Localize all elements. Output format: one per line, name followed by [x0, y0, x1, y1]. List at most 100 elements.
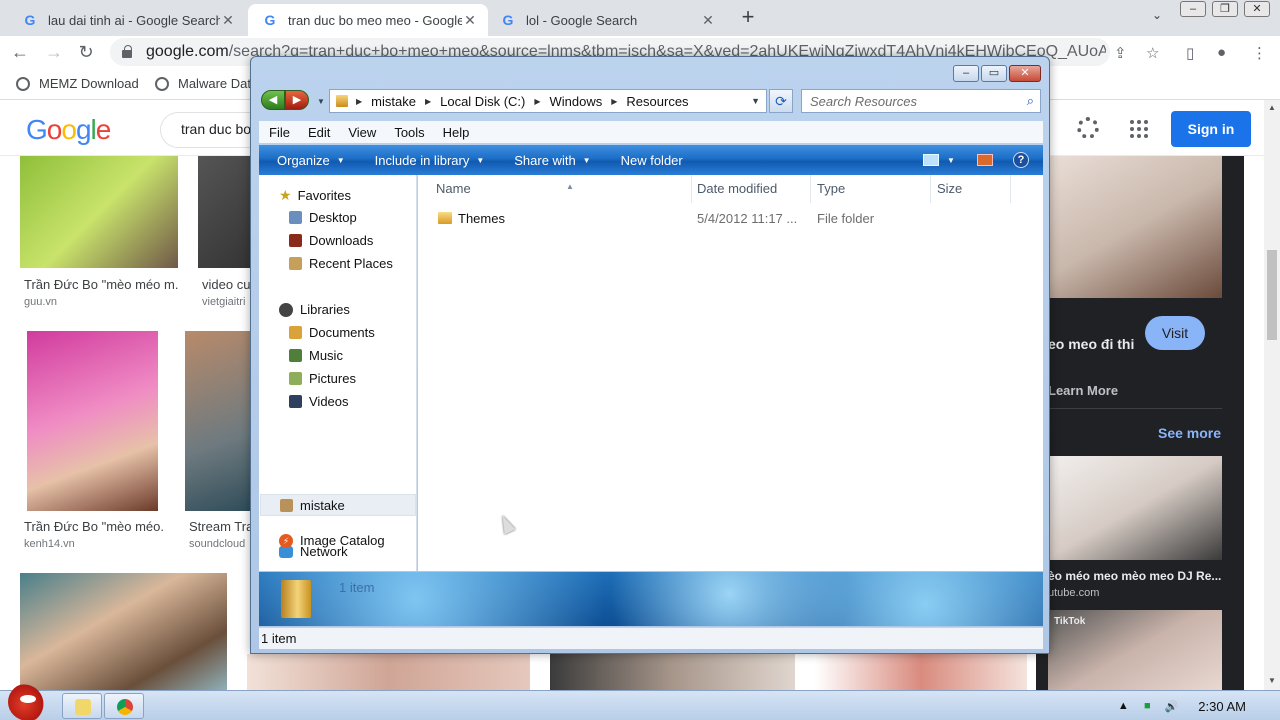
google-logo[interactable]: Google [26, 114, 111, 146]
page-scrollbar[interactable]: ▲ ▼ [1264, 100, 1280, 690]
result-image[interactable] [815, 654, 1027, 690]
clock[interactable]: 2:30 AM [1198, 699, 1246, 714]
table-row[interactable]: Themes 5/4/2012 11:17 ... File folder [418, 209, 1043, 229]
close-icon[interactable]: ✕ [220, 12, 236, 29]
nav-desktop[interactable]: Desktop [289, 210, 357, 225]
volume-icon[interactable]: 🔊 [1164, 700, 1178, 713]
profile-icon[interactable]: ● [1217, 44, 1226, 61]
scroll-down-icon[interactable]: ▼ [1268, 676, 1276, 685]
column-name[interactable]: Name ▲ [430, 175, 692, 203]
preview-image[interactable] [1048, 156, 1222, 298]
nav-videos[interactable]: Videos [289, 394, 349, 409]
nav-music[interactable]: Music [289, 348, 343, 363]
history-dropdown-icon[interactable]: ▼ [317, 97, 325, 106]
minimize-button[interactable]: – [1180, 1, 1206, 17]
result-image[interactable] [550, 654, 795, 690]
nav-documents[interactable]: Documents [289, 325, 375, 340]
tab-lol[interactable]: G lol - Google Search ✕ [486, 4, 726, 36]
breadcrumb-resources[interactable]: Resources [626, 94, 688, 109]
preview-pane-icon[interactable] [977, 154, 993, 166]
menu-tools[interactable]: Tools [394, 125, 424, 140]
refresh-button[interactable]: ⟳ [769, 89, 793, 113]
result-caption[interactable]: Trần Đức Bo "mèo méo m... [24, 277, 178, 292]
nav-downloads[interactable]: Downloads [289, 233, 373, 248]
result-image[interactable] [185, 331, 260, 511]
result-image[interactable] [27, 331, 158, 511]
column-type[interactable]: Type [811, 175, 931, 203]
back-arrow-icon[interactable]: ◀ [261, 90, 285, 110]
breadcrumb-local-disk[interactable]: Local Disk (C:) [440, 94, 525, 109]
chevron-down-icon[interactable]: ▼ [947, 156, 955, 165]
share-with-button[interactable]: Share with ▼ [514, 153, 590, 168]
back-arrow-icon[interactable]: ← [8, 40, 32, 64]
video-thumbnail[interactable] [1048, 456, 1222, 560]
sign-in-button[interactable]: Sign in [1171, 111, 1251, 147]
new-tab-button[interactable]: + [738, 6, 758, 28]
nav-pictures[interactable]: Pictures [289, 371, 356, 386]
star-icon[interactable]: ☆ [1146, 44, 1159, 62]
learn-more-link[interactable]: Learn More [1048, 383, 1118, 398]
bookmark-malware[interactable]: Malware Dat [155, 76, 251, 91]
see-more-link[interactable]: See more [1158, 425, 1221, 441]
new-folder-button[interactable]: New folder [621, 153, 683, 168]
close-button[interactable]: ✕ [1244, 1, 1270, 17]
breadcrumb-arrow-icon[interactable]: ▶ [356, 97, 362, 106]
result-caption[interactable]: Trần Đức Bo "mèo méo... [24, 519, 164, 534]
result-image[interactable] [20, 156, 178, 268]
forward-arrow-icon[interactable]: → [42, 40, 66, 64]
share-icon[interactable]: ⇪ [1114, 44, 1127, 62]
nav-favorites[interactable]: ★ Favorites [279, 187, 351, 204]
breadcrumb-mistake[interactable]: mistake [371, 94, 416, 109]
nav-recent-places[interactable]: Recent Places [289, 256, 393, 271]
nav-homegroup-mistake[interactable]: mistake [260, 494, 416, 516]
video-title[interactable]: èo méo meo mèo meo DJ Re... [1048, 569, 1221, 583]
explorer-minimize-button[interactable]: – [953, 65, 979, 82]
breadcrumb-windows[interactable]: Windows [550, 94, 603, 109]
start-button[interactable] [8, 683, 48, 720]
help-icon[interactable]: ? [1013, 152, 1029, 168]
scroll-up-icon[interactable]: ▲ [1268, 103, 1276, 112]
breadcrumb-arrow-icon[interactable]: ▶ [611, 97, 617, 106]
views-icon[interactable] [923, 154, 939, 166]
nav-libraries[interactable]: Libraries [279, 302, 350, 317]
menu-view[interactable]: View [348, 125, 376, 140]
explorer-search-input[interactable]: Search Resources ⌕ [801, 89, 1041, 113]
tray-arrow-icon[interactable]: ▲ [1116, 700, 1130, 712]
close-icon[interactable]: ✕ [700, 12, 716, 29]
nav-image-catalog[interactable]: ⚡ Image Catalog [279, 533, 385, 548]
menu-help[interactable]: Help [443, 125, 470, 140]
reload-icon[interactable]: ↻ [74, 40, 98, 64]
column-date-modified[interactable]: Date modified [691, 175, 811, 203]
forward-arrow-icon[interactable]: ▶ [285, 90, 309, 110]
breadcrumb-arrow-icon[interactable]: ▶ [534, 97, 540, 106]
result-image[interactable] [247, 654, 530, 690]
close-icon[interactable]: ✕ [462, 12, 478, 29]
explorer-close-button[interactable]: ✕ [1009, 65, 1041, 82]
result-image[interactable] [20, 573, 227, 690]
result-caption[interactable]: Stream Tra [189, 519, 251, 534]
result-image[interactable] [198, 156, 258, 268]
taskbar-chrome-button[interactable] [104, 693, 144, 719]
menu-edit[interactable]: Edit [308, 125, 330, 140]
maximize-button[interactable]: ❐ [1212, 1, 1238, 17]
menu-kebab-icon[interactable]: ⋮ [1252, 44, 1267, 62]
scroll-thumb[interactable] [1267, 250, 1277, 340]
tab-tran-duc-bo[interactable]: G tran duc bo meo meo - Google ✕ [248, 4, 488, 36]
organize-button[interactable]: Organize ▼ [277, 153, 345, 168]
menu-file[interactable]: File [269, 125, 290, 140]
chevron-down-icon[interactable]: ⌄ [1152, 8, 1162, 22]
include-in-library-button[interactable]: Include in library ▼ [375, 153, 485, 168]
column-size[interactable]: Size [931, 175, 1011, 203]
bookmark-memz[interactable]: MEMZ Download [16, 76, 139, 91]
visit-button[interactable]: Visit [1145, 316, 1205, 350]
breadcrumb-arrow-icon[interactable]: ▶ [425, 97, 431, 106]
explorer-maximize-button[interactable]: ▭ [981, 65, 1007, 82]
side-panel-icon[interactable]: ▯ [1186, 44, 1194, 62]
apps-grid-icon[interactable] [1130, 120, 1148, 138]
tab-lau-dai-tinh-ai[interactable]: G lau dai tinh ai - Google Search ✕ [8, 4, 246, 36]
explorer-address-bar[interactable]: ▶ mistake ▶ Local Disk (C:) ▶ Windows ▶ … [329, 89, 767, 113]
network-tray-icon[interactable]: ■ [1140, 700, 1154, 712]
taskbar-explorer-button[interactable] [62, 693, 102, 719]
search-icon[interactable]: ⌕ [1027, 93, 1034, 109]
result-caption[interactable]: video cu [202, 277, 252, 292]
